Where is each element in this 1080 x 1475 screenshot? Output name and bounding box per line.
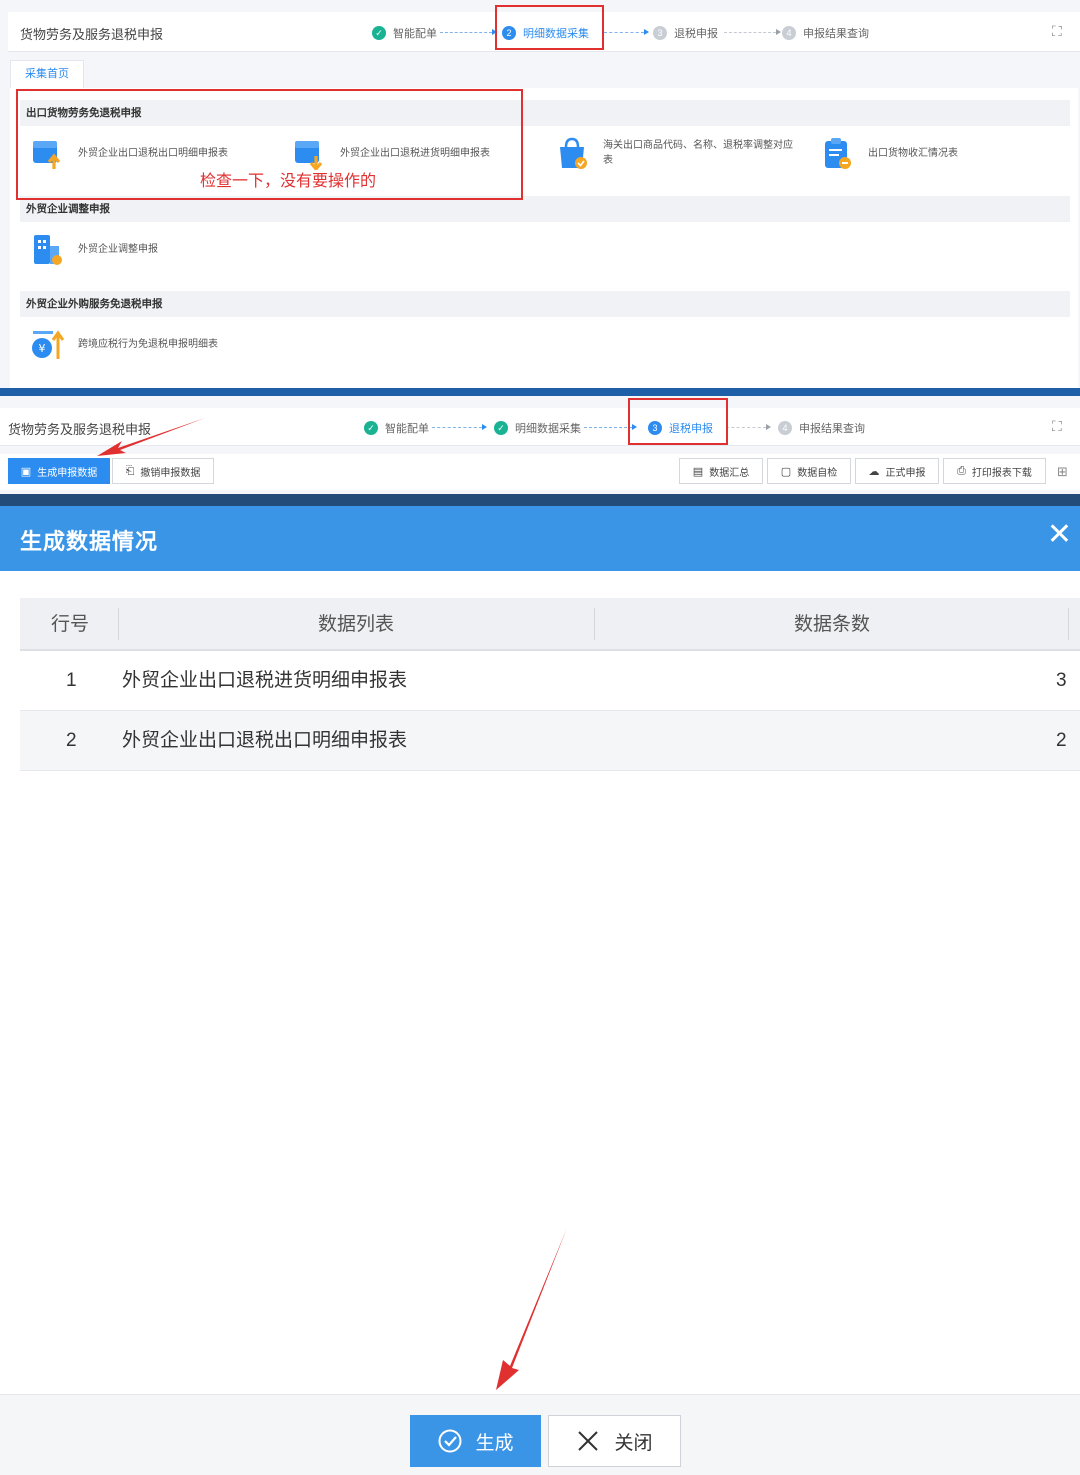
close-button[interactable]: 关闭 — [548, 1415, 681, 1467]
screen2-header: 货物劳务及服务退税申报 ✓ 智能配单 ✓ 明细数据采集 3 退税申报 4 申报结… — [0, 408, 1080, 446]
step-smart-match[interactable]: ✓ 智能配单 — [372, 25, 437, 41]
row-number: 1 — [66, 670, 77, 691]
screen2-panel: 货物劳务及服务退税申报 ✓ 智能配单 ✓ 明细数据采集 3 退税申报 4 申报结… — [0, 396, 1080, 496]
step-connector — [724, 29, 781, 35]
clipboard-icon — [825, 138, 851, 169]
screen-divider — [0, 388, 1080, 396]
table-row[interactable]: 1 外贸企业出口退税进货明细申报表 3 — [20, 651, 1080, 711]
check-icon: ✓ — [494, 421, 508, 435]
table-row[interactable]: 2 外贸企业出口退税出口明细申报表 2 — [20, 711, 1080, 771]
step-connector — [604, 29, 649, 35]
column-header-data-list: 数据列表 — [318, 614, 395, 635]
step-connector — [440, 29, 497, 35]
annotation-box-step2 — [495, 5, 604, 50]
fullscreen-icon[interactable]: ⛶ — [1052, 419, 1066, 433]
declare-toolbar: ▣ 生成申报数据 ⎗ 撤销申报数据 ▤ 数据汇总 ▢ 数据自检 ☁ 正式申报 ⎙… — [0, 454, 1080, 490]
chart-icon: ▤ — [692, 465, 704, 478]
check-circle-icon — [438, 1429, 462, 1453]
column-divider — [1068, 608, 1069, 640]
building-icon — [34, 235, 62, 265]
generate-button[interactable]: 生成 — [410, 1415, 541, 1467]
annotation-box-export-section — [16, 89, 523, 200]
cloud-upload-icon: ☁ — [868, 465, 880, 478]
step-connector — [432, 424, 487, 430]
formal-declare-button[interactable]: ☁ 正式申报 — [855, 458, 939, 484]
print-download-button[interactable]: ⎙ 打印报表下载 — [943, 458, 1046, 484]
revoke-declare-data-button[interactable]: ⎗ 撤销申报数据 — [112, 458, 214, 484]
svg-text:¥: ¥ — [39, 342, 46, 355]
fullscreen-icon[interactable]: ⛶ — [1052, 24, 1066, 38]
generate-declare-data-button[interactable]: ▣ 生成申报数据 — [8, 458, 110, 484]
backdrop-strip — [0, 494, 1080, 506]
row-count: 3 — [1056, 670, 1067, 691]
row-count: 2 — [1056, 730, 1067, 751]
app-title: 货物劳务及服务退税申报 — [8, 422, 152, 437]
section-service-refund: 外贸企业外购服务免退税申报 — [20, 291, 1070, 317]
close-icon — [578, 1431, 599, 1451]
tile-adjust-declare[interactable]: 外贸企业调整申报 — [30, 232, 158, 266]
shopping-bag-icon — [560, 137, 587, 169]
data-self-check-button[interactable]: ▢ 数据自检 — [767, 458, 851, 484]
column-header-row-no: 行号 — [51, 614, 90, 635]
tile-cross-border-service[interactable]: ¥ 跨境应税行为免退税申报明细表 — [30, 327, 218, 361]
app-title: 货物劳务及服务退税申报 — [20, 27, 164, 42]
row-data-name: 外贸企业出口退税进货明细申报表 — [122, 670, 408, 691]
modal-title: 生成数据情况 — [20, 529, 159, 554]
tile-customs-code[interactable]: 海关出口商品代码、名称、退税率调整对应表 — [555, 136, 798, 170]
table-header: 行号 数据列表 数据条数 — [20, 598, 1080, 651]
check-icon: ✓ — [372, 26, 386, 40]
generate-data-modal: 生成数据情况 ✕ 行号 数据列表 数据条数 1 外贸企业出口退税进货明细申报表 … — [0, 506, 1080, 1475]
step-refund-declare[interactable]: 3 退税申报 — [653, 25, 718, 41]
coin-arrow-icon: ¥ — [32, 330, 64, 359]
data-summary-button[interactable]: ▤ 数据汇总 — [679, 458, 763, 484]
annotation-box-step3 — [628, 398, 728, 445]
modal-header: 生成数据情况 ✕ — [0, 506, 1080, 571]
data-table: 行号 数据列表 数据条数 1 外贸企业出口退税进货明细申报表 3 2 外贸企业出… — [20, 598, 1080, 771]
column-divider — [594, 608, 595, 640]
revoke-icon: ⎗ — [125, 464, 135, 477]
grid-icon[interactable]: ⊞ — [1057, 464, 1068, 480]
step-connector — [584, 424, 637, 430]
column-header-count: 数据条数 — [794, 614, 871, 635]
printer-icon: ⎙ — [957, 464, 966, 477]
modal-footer: 生成 关闭 — [0, 1394, 1080, 1475]
column-divider — [118, 608, 119, 640]
row-data-name: 外贸企业出口退税出口明细申报表 — [122, 730, 408, 751]
tile-forex-receipt[interactable]: 出口货物收汇情况表 — [820, 136, 958, 170]
generate-icon: ▣ — [20, 465, 32, 478]
step-detail-collection[interactable]: ✓ 明细数据采集 — [494, 420, 581, 436]
check-icon: ✓ — [364, 421, 378, 435]
document-icon: ▢ — [780, 465, 792, 478]
row-number: 2 — [66, 730, 77, 751]
step-connector — [726, 424, 771, 430]
step-smart-match[interactable]: ✓ 智能配单 — [364, 420, 429, 436]
step-result-query[interactable]: 4 申报结果查询 — [782, 25, 869, 41]
close-icon[interactable]: ✕ — [1047, 520, 1072, 550]
step-result-query[interactable]: 4 申报结果查询 — [778, 420, 865, 436]
tab-collection-home[interactable]: 采集首页 — [10, 60, 84, 88]
